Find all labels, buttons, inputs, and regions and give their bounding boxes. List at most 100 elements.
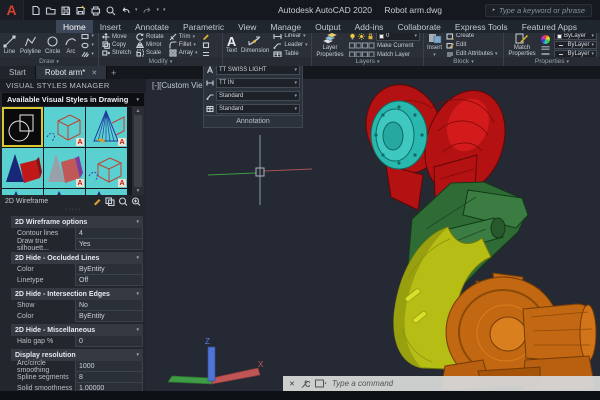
text-style-dropdown[interactable]: TT SWISS LIGHT ▾	[216, 65, 300, 75]
array-tool[interactable]: Array▾	[169, 49, 198, 57]
section-intersection-edges[interactable]: 2D Hide - Intersection Edges▾	[11, 288, 143, 300]
panel-label-layers[interactable]: Layers▾	[312, 57, 423, 66]
insert-block-tool[interactable]: Insert ▾	[427, 33, 442, 57]
scroll-up-icon[interactable]: ▲	[136, 108, 141, 114]
tab-addins[interactable]: Add-ins	[348, 20, 391, 33]
edit-block-tool[interactable]: Edit	[446, 41, 498, 49]
trim-tool[interactable]: Trim▾	[169, 33, 198, 41]
style-thumb-shaded[interactable]: A	[44, 148, 85, 188]
viewport-controls-label[interactable]: [-][Custom Vie	[152, 81, 203, 90]
ellipse-tool[interactable]: ▾	[81, 41, 94, 49]
linetype-icon[interactable]	[541, 45, 550, 51]
object-color-dropdown[interactable]: ByLayer ▾	[554, 33, 597, 40]
dimension-tool[interactable]: Dimension	[241, 35, 269, 54]
palette-resize-handle[interactable]: ·····	[0, 208, 146, 214]
tab-express-tools[interactable]: Express Tools	[448, 20, 515, 33]
mirror-tool[interactable]: Mirror	[136, 41, 164, 49]
style-thumb-shaded-edges[interactable]: A	[86, 148, 127, 188]
autocad-logo-icon[interactable]: A	[0, 0, 24, 20]
panel-label-block[interactable]: Block▾	[424, 57, 503, 66]
print-preview-icon[interactable]	[105, 5, 116, 16]
section-miscellaneous[interactable]: 2D Hide - Miscellaneous▾	[11, 324, 143, 336]
save-as-icon[interactable]	[75, 5, 86, 16]
tab-collaborate[interactable]: Collaborate	[390, 20, 447, 33]
command-prompt-text[interactable]: Type a command	[332, 379, 393, 388]
panel-label-modify[interactable]: Modify▾	[99, 57, 222, 66]
export-style-icon[interactable]	[131, 197, 141, 206]
apply-to-viewport-icon[interactable]	[118, 197, 128, 206]
customize-qat-icon[interactable]: ▾	[163, 7, 166, 13]
panel-label-annotation[interactable]	[223, 57, 311, 66]
create-block-tool[interactable]: Create	[446, 33, 498, 40]
arc-tool[interactable]: Arc	[64, 35, 77, 55]
thumbnails-scrollbar[interactable]: ▲ ▼	[132, 107, 144, 195]
file-tab-start[interactable]: Start	[0, 66, 36, 79]
make-current-tool[interactable]: Make Current	[377, 42, 413, 50]
undo-icon[interactable]	[120, 5, 131, 16]
leader-tool[interactable]: Leader▾	[273, 41, 307, 49]
plot-icon[interactable]	[90, 5, 101, 16]
tab-output[interactable]: Output	[308, 20, 348, 33]
scroll-down-icon[interactable]: ▼	[136, 188, 141, 194]
flyout-panel-label[interactable]: Annotation	[204, 115, 302, 127]
style-thumb-hidden[interactable]: A	[86, 107, 127, 147]
move-tool[interactable]: Move	[102, 33, 131, 41]
tab-annotate[interactable]: Annotate	[128, 20, 176, 33]
scrollbar-thumb[interactable]	[134, 115, 142, 187]
line-tool[interactable]: Line	[3, 35, 16, 55]
section-occluded-lines[interactable]: 2D Hide - Occluded Lines▾	[11, 252, 143, 264]
create-visual-style-icon[interactable]	[92, 197, 102, 206]
lineweight-icon[interactable]	[541, 52, 550, 56]
match-properties-tool[interactable]: Match Properties	[507, 33, 537, 57]
copy-visual-style-icon[interactable]	[105, 197, 115, 206]
style-thumb-2d-wireframe[interactable]	[2, 107, 43, 147]
polyline-tool[interactable]: Polyline	[20, 35, 41, 55]
fillet-tool[interactable]: Fillet▾	[169, 41, 198, 49]
table-tool[interactable]: Table	[273, 50, 307, 57]
style-thumb-extra-3[interactable]	[86, 189, 127, 195]
save-icon[interactable]	[60, 5, 71, 16]
linear-dimension-tool[interactable]: Linear▾	[273, 33, 307, 40]
style-thumb-extra-2[interactable]	[44, 189, 85, 195]
offset-icon[interactable]	[202, 50, 210, 57]
tab-featured-apps[interactable]: Featured Apps	[515, 20, 584, 33]
tab-view[interactable]: View	[231, 20, 263, 33]
layer-tools-row-icons[interactable]	[349, 42, 375, 49]
layer-properties-tool[interactable]: Layer Properties	[315, 33, 345, 57]
customize-wrench-icon[interactable]	[300, 379, 310, 389]
lineweight-dropdown[interactable]: ByLayer ▾	[554, 50, 597, 57]
tab-manage[interactable]: Manage	[263, 20, 308, 33]
help-search-input[interactable]: ▸ Type a keyword or phrase	[485, 4, 592, 17]
table-style-dropdown[interactable]: Standard ▾	[216, 104, 300, 114]
circle-tool[interactable]: Circle	[45, 35, 60, 55]
color-wheel-icon[interactable]	[541, 35, 550, 44]
text-tool[interactable]: A Text	[226, 36, 237, 54]
new-file-icon[interactable]	[30, 5, 41, 16]
style-thumb-realistic[interactable]	[2, 148, 43, 188]
undo-caret-icon[interactable]: ▾	[135, 7, 138, 13]
layer-select-dropdown[interactable]: 0 ▾	[376, 33, 420, 41]
rectangle-tool[interactable]: ▾	[81, 33, 94, 40]
close-tab-icon[interactable]: ✕	[91, 69, 97, 77]
hatch-tool[interactable]: ▾	[81, 50, 94, 57]
new-tab-button[interactable]: +	[107, 66, 120, 79]
open-folder-icon[interactable]	[45, 5, 56, 16]
style-thumb-wireframe[interactable]: A	[44, 107, 85, 147]
dimension-style-dropdown[interactable]: TT IN ▾	[216, 78, 300, 88]
recent-commands-icon[interactable]	[315, 379, 327, 388]
panel-label-draw[interactable]: Draw▾	[0, 57, 98, 66]
palette-section-header[interactable]: Available Visual Styles in Drawing ▾	[2, 93, 144, 106]
rotate-tool[interactable]: Rotate	[136, 33, 164, 41]
multileader-style-dropdown[interactable]: Standard ▾	[216, 91, 300, 101]
style-thumb-extra-1[interactable]	[2, 189, 43, 195]
close-command-line-icon[interactable]: ✕	[289, 380, 295, 388]
tab-insert[interactable]: Insert	[93, 20, 128, 33]
stretch-tool[interactable]: Stretch	[102, 49, 131, 57]
tab-home[interactable]: Home	[56, 20, 93, 33]
redo-caret-icon[interactable]: ▾	[157, 7, 160, 13]
tab-parametric[interactable]: Parametric	[176, 20, 231, 33]
command-line[interactable]: ✕ Type a command	[283, 376, 600, 391]
explode-icon[interactable]	[202, 41, 210, 49]
panel-label-properties[interactable]: Properties▾	[504, 57, 600, 66]
scale-tool[interactable]: Scale	[136, 49, 164, 57]
